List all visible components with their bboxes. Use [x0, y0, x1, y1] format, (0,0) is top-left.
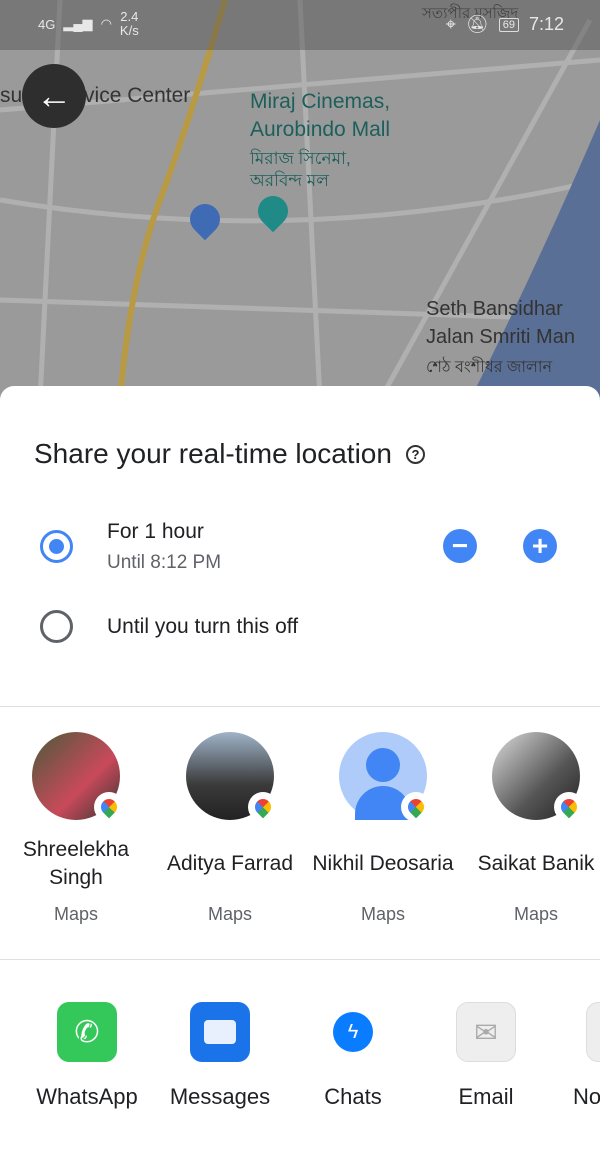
share-location-sheet: Share your real-time location? For 1 hou…: [0, 386, 600, 1151]
map-background[interactable]: sung Service Center Miraj Cinemas, Aurob…: [0, 0, 600, 400]
contact-app: Maps: [207, 904, 252, 924]
radio-for-1-hour[interactable]: [40, 530, 73, 563]
contact-name: Saikat Banik: [477, 852, 595, 875]
maps-pin-icon: [401, 792, 431, 822]
map-label: Seth Bansidhar: [426, 298, 563, 320]
app-email[interactable]: ✉ Email: [421, 1002, 551, 1110]
sheet-title: Share your real-time location?: [34, 438, 425, 470]
decrease-duration-button[interactable]: −: [443, 529, 477, 563]
minus-icon: −: [451, 530, 469, 561]
contact-item[interactable]: Saikat Banik Maps: [472, 732, 600, 925]
contact-app: Maps: [53, 904, 98, 924]
status-bar: 4G ▂▄▆ ◠ 2.4 K/s ⌖ 🔕︎ 69 7:12: [0, 0, 600, 50]
location-icon: ⌖: [445, 14, 456, 34]
contact-item[interactable]: Shreelekha Singh Maps: [1, 732, 151, 925]
net-speed: 2.4: [120, 9, 139, 24]
divider: [0, 959, 600, 960]
maps-pin-icon: [94, 792, 124, 822]
plus-icon: +: [531, 530, 549, 561]
wifi-icon: ◠: [100, 16, 112, 31]
app-notes[interactable]: No: [540, 1002, 600, 1110]
help-icon[interactable]: ?: [405, 444, 425, 464]
whatsapp-icon: ✆: [57, 1002, 117, 1062]
messages-icon: [190, 1002, 250, 1062]
option-label[interactable]: For 1 hour: [107, 520, 204, 544]
network-type: 4G: [38, 16, 56, 32]
contact-app: Maps: [360, 904, 405, 924]
maps-pin-icon: [248, 792, 278, 822]
app-name: No: [573, 1084, 600, 1109]
contact-item[interactable]: Nikhil Deosaria Maps: [308, 732, 458, 925]
avatar: [186, 732, 278, 822]
avatar: [339, 732, 431, 822]
increase-duration-button[interactable]: +: [523, 529, 557, 563]
radio-until-off[interactable]: [40, 610, 73, 643]
map-label: শেঠ বংশীধর জালান: [426, 359, 553, 376]
map-label: অরবিন্দ মল: [250, 171, 329, 190]
back-button[interactable]: ←: [22, 64, 86, 128]
notes-icon: [586, 1002, 600, 1062]
app-name: Chats: [324, 1084, 382, 1109]
map-label: Jalan Smriti Man: [426, 326, 575, 348]
avatar: [32, 732, 124, 822]
contact-item[interactable]: Aditya Farrad Maps: [155, 732, 305, 925]
email-icon: ✉: [456, 1002, 516, 1062]
contact-app: Maps: [513, 904, 558, 924]
net-speed-unit: K/s: [119, 23, 139, 38]
app-name: WhatsApp: [36, 1084, 138, 1109]
map-label: Aurobindo Mall: [250, 118, 391, 141]
clock: 7:12: [528, 14, 564, 34]
contact-name: Nikhil Deosaria: [312, 852, 454, 875]
map-label: Miraj Cinemas,: [250, 90, 391, 113]
app-whatsapp[interactable]: ✆ WhatsApp: [22, 1002, 152, 1110]
mute-bell-icon: 🔕︎: [465, 14, 489, 34]
app-messages[interactable]: Messages: [155, 1002, 285, 1110]
avatar: [492, 732, 584, 822]
maps-pin-icon: [554, 792, 584, 822]
option-sublabel: Until 8:12 PM: [107, 552, 222, 573]
option-label[interactable]: Until you turn this off: [107, 615, 298, 639]
app-chats[interactable]: ϟ Chats: [288, 1002, 418, 1110]
app-name: Email: [458, 1084, 514, 1109]
battery: 69: [498, 17, 519, 32]
messenger-icon: ϟ: [323, 1002, 383, 1062]
app-name: Messages: [169, 1084, 271, 1109]
signal-icon: ▂▄▆: [63, 16, 93, 31]
contact-name: Shreelekha Singh: [22, 838, 130, 889]
divider: [0, 706, 600, 707]
sheet-title-text: Share your real-time location: [34, 438, 392, 469]
arrow-left-icon: ←: [36, 75, 72, 116]
contact-name: Aditya Farrad: [166, 852, 294, 875]
